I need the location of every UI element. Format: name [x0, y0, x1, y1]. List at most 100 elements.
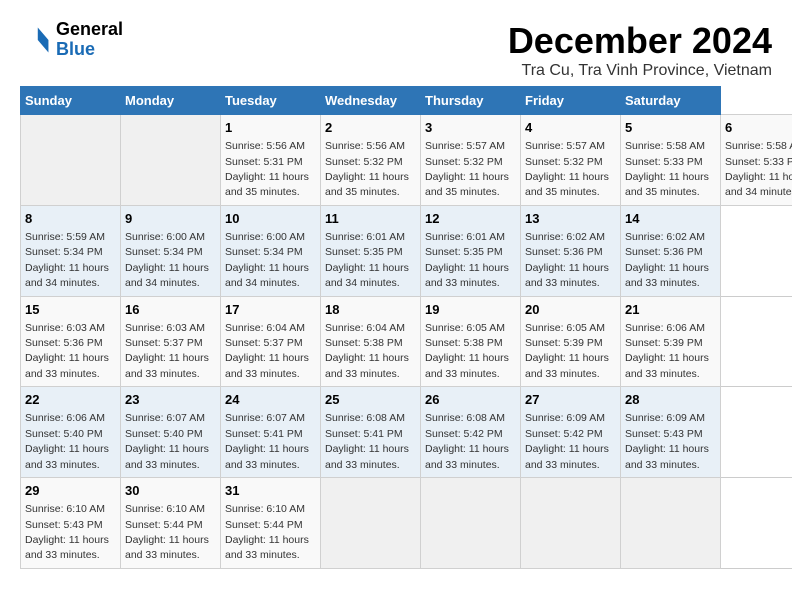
day-number: 9 [125, 210, 216, 228]
calendar-week-row: 1 Sunrise: 5:56 AMSunset: 5:31 PMDayligh… [21, 115, 792, 206]
calendar-cell: 16 Sunrise: 6:03 AMSunset: 5:37 PMDaylig… [121, 296, 221, 387]
calendar-cell: 6 Sunrise: 5:58 AMSunset: 5:33 PMDayligh… [721, 115, 792, 206]
header: General Blue December 2024 Tra Cu, Tra V… [20, 20, 772, 80]
main-title: December 2024 [508, 20, 772, 62]
day-info: Sunrise: 6:06 AMSunset: 5:39 PMDaylight:… [625, 322, 709, 380]
calendar-cell: 2 Sunrise: 5:56 AMSunset: 5:32 PMDayligh… [321, 115, 421, 206]
day-info: Sunrise: 6:07 AMSunset: 5:40 PMDaylight:… [125, 412, 209, 470]
calendar-cell: 24 Sunrise: 6:07 AMSunset: 5:41 PMDaylig… [221, 387, 321, 478]
day-number: 12 [425, 210, 516, 228]
calendar-cell: 10 Sunrise: 6:00 AMSunset: 5:34 PMDaylig… [221, 205, 321, 296]
day-number: 6 [725, 119, 792, 137]
calendar-cell: 9 Sunrise: 6:00 AMSunset: 5:34 PMDayligh… [121, 205, 221, 296]
day-number: 30 [125, 482, 216, 500]
day-info: Sunrise: 5:59 AMSunset: 5:34 PMDaylight:… [25, 231, 109, 289]
logo: General Blue [20, 20, 123, 60]
day-info: Sunrise: 6:00 AMSunset: 5:34 PMDaylight:… [125, 231, 209, 289]
calendar-cell [521, 478, 621, 569]
day-info: Sunrise: 6:00 AMSunset: 5:34 PMDaylight:… [225, 231, 309, 289]
day-info: Sunrise: 6:03 AMSunset: 5:36 PMDaylight:… [25, 322, 109, 380]
day-info: Sunrise: 6:04 AMSunset: 5:38 PMDaylight:… [325, 322, 409, 380]
day-number: 10 [225, 210, 316, 228]
calendar-cell: 8 Sunrise: 5:59 AMSunset: 5:34 PMDayligh… [21, 205, 121, 296]
day-info: Sunrise: 6:07 AMSunset: 5:41 PMDaylight:… [225, 412, 309, 470]
day-info: Sunrise: 5:57 AMSunset: 5:32 PMDaylight:… [425, 140, 509, 198]
calendar-week-row: 22 Sunrise: 6:06 AMSunset: 5:40 PMDaylig… [21, 387, 792, 478]
calendar-cell: 19 Sunrise: 6:05 AMSunset: 5:38 PMDaylig… [421, 296, 521, 387]
day-number: 13 [525, 210, 616, 228]
day-info: Sunrise: 6:08 AMSunset: 5:41 PMDaylight:… [325, 412, 409, 470]
day-number: 25 [325, 391, 416, 409]
calendar-cell [121, 115, 221, 206]
day-info: Sunrise: 6:05 AMSunset: 5:39 PMDaylight:… [525, 322, 609, 380]
calendar-cell: 15 Sunrise: 6:03 AMSunset: 5:36 PMDaylig… [21, 296, 121, 387]
day-number: 1 [225, 119, 316, 137]
day-number: 31 [225, 482, 316, 500]
day-number: 2 [325, 119, 416, 137]
calendar-cell: 4 Sunrise: 5:57 AMSunset: 5:32 PMDayligh… [521, 115, 621, 206]
day-info: Sunrise: 6:09 AMSunset: 5:42 PMDaylight:… [525, 412, 609, 470]
header-cell-friday: Friday [521, 87, 621, 115]
calendar-cell: 27 Sunrise: 6:09 AMSunset: 5:42 PMDaylig… [521, 387, 621, 478]
calendar-cell: 3 Sunrise: 5:57 AMSunset: 5:32 PMDayligh… [421, 115, 521, 206]
calendar-cell [621, 478, 721, 569]
calendar-cell [21, 115, 121, 206]
logo-icon [20, 24, 52, 56]
day-number: 5 [625, 119, 716, 137]
header-cell-sunday: Sunday [21, 87, 121, 115]
day-info: Sunrise: 6:04 AMSunset: 5:37 PMDaylight:… [225, 322, 309, 380]
day-number: 11 [325, 210, 416, 228]
calendar-cell: 1 Sunrise: 5:56 AMSunset: 5:31 PMDayligh… [221, 115, 321, 206]
header-cell-saturday: Saturday [621, 87, 721, 115]
day-info: Sunrise: 6:02 AMSunset: 5:36 PMDaylight:… [525, 231, 609, 289]
subtitle: Tra Cu, Tra Vinh Province, Vietnam [508, 62, 772, 80]
day-number: 19 [425, 301, 516, 319]
calendar-week-row: 29 Sunrise: 6:10 AMSunset: 5:43 PMDaylig… [21, 478, 792, 569]
day-info: Sunrise: 6:10 AMSunset: 5:44 PMDaylight:… [125, 503, 209, 561]
calendar-cell: 25 Sunrise: 6:08 AMSunset: 5:41 PMDaylig… [321, 387, 421, 478]
calendar-cell: 17 Sunrise: 6:04 AMSunset: 5:37 PMDaylig… [221, 296, 321, 387]
day-number: 17 [225, 301, 316, 319]
day-info: Sunrise: 6:09 AMSunset: 5:43 PMDaylight:… [625, 412, 709, 470]
day-number: 28 [625, 391, 716, 409]
calendar-cell: 20 Sunrise: 6:05 AMSunset: 5:39 PMDaylig… [521, 296, 621, 387]
calendar-week-row: 8 Sunrise: 5:59 AMSunset: 5:34 PMDayligh… [21, 205, 792, 296]
day-info: Sunrise: 6:10 AMSunset: 5:44 PMDaylight:… [225, 503, 309, 561]
calendar-cell: 28 Sunrise: 6:09 AMSunset: 5:43 PMDaylig… [621, 387, 721, 478]
day-info: Sunrise: 6:01 AMSunset: 5:35 PMDaylight:… [325, 231, 409, 289]
logo-text: General Blue [56, 20, 123, 60]
day-info: Sunrise: 6:05 AMSunset: 5:38 PMDaylight:… [425, 322, 509, 380]
day-info: Sunrise: 6:01 AMSunset: 5:35 PMDaylight:… [425, 231, 509, 289]
calendar-table: SundayMondayTuesdayWednesdayThursdayFrid… [20, 86, 792, 569]
day-info: Sunrise: 6:10 AMSunset: 5:43 PMDaylight:… [25, 503, 109, 561]
calendar-cell: 22 Sunrise: 6:06 AMSunset: 5:40 PMDaylig… [21, 387, 121, 478]
header-cell-wednesday: Wednesday [321, 87, 421, 115]
header-cell-thursday: Thursday [421, 87, 521, 115]
day-number: 21 [625, 301, 716, 319]
calendar-cell: 29 Sunrise: 6:10 AMSunset: 5:43 PMDaylig… [21, 478, 121, 569]
day-info: Sunrise: 6:03 AMSunset: 5:37 PMDaylight:… [125, 322, 209, 380]
day-number: 26 [425, 391, 516, 409]
day-info: Sunrise: 5:58 AMSunset: 5:33 PMDaylight:… [725, 140, 792, 198]
day-info: Sunrise: 5:56 AMSunset: 5:31 PMDaylight:… [225, 140, 309, 198]
calendar-cell: 23 Sunrise: 6:07 AMSunset: 5:40 PMDaylig… [121, 387, 221, 478]
calendar-week-row: 15 Sunrise: 6:03 AMSunset: 5:36 PMDaylig… [21, 296, 792, 387]
calendar-header-row: SundayMondayTuesdayWednesdayThursdayFrid… [21, 87, 792, 115]
day-number: 14 [625, 210, 716, 228]
day-number: 24 [225, 391, 316, 409]
header-cell-tuesday: Tuesday [221, 87, 321, 115]
header-cell-monday: Monday [121, 87, 221, 115]
calendar-cell: 5 Sunrise: 5:58 AMSunset: 5:33 PMDayligh… [621, 115, 721, 206]
calendar-cell: 21 Sunrise: 6:06 AMSunset: 5:39 PMDaylig… [621, 296, 721, 387]
calendar-cell: 30 Sunrise: 6:10 AMSunset: 5:44 PMDaylig… [121, 478, 221, 569]
day-info: Sunrise: 5:56 AMSunset: 5:32 PMDaylight:… [325, 140, 409, 198]
day-info: Sunrise: 6:06 AMSunset: 5:40 PMDaylight:… [25, 412, 109, 470]
day-number: 23 [125, 391, 216, 409]
day-number: 20 [525, 301, 616, 319]
calendar-cell: 14 Sunrise: 6:02 AMSunset: 5:36 PMDaylig… [621, 205, 721, 296]
day-number: 29 [25, 482, 116, 500]
day-number: 15 [25, 301, 116, 319]
calendar-cell [421, 478, 521, 569]
day-number: 18 [325, 301, 416, 319]
calendar-cell: 26 Sunrise: 6:08 AMSunset: 5:42 PMDaylig… [421, 387, 521, 478]
